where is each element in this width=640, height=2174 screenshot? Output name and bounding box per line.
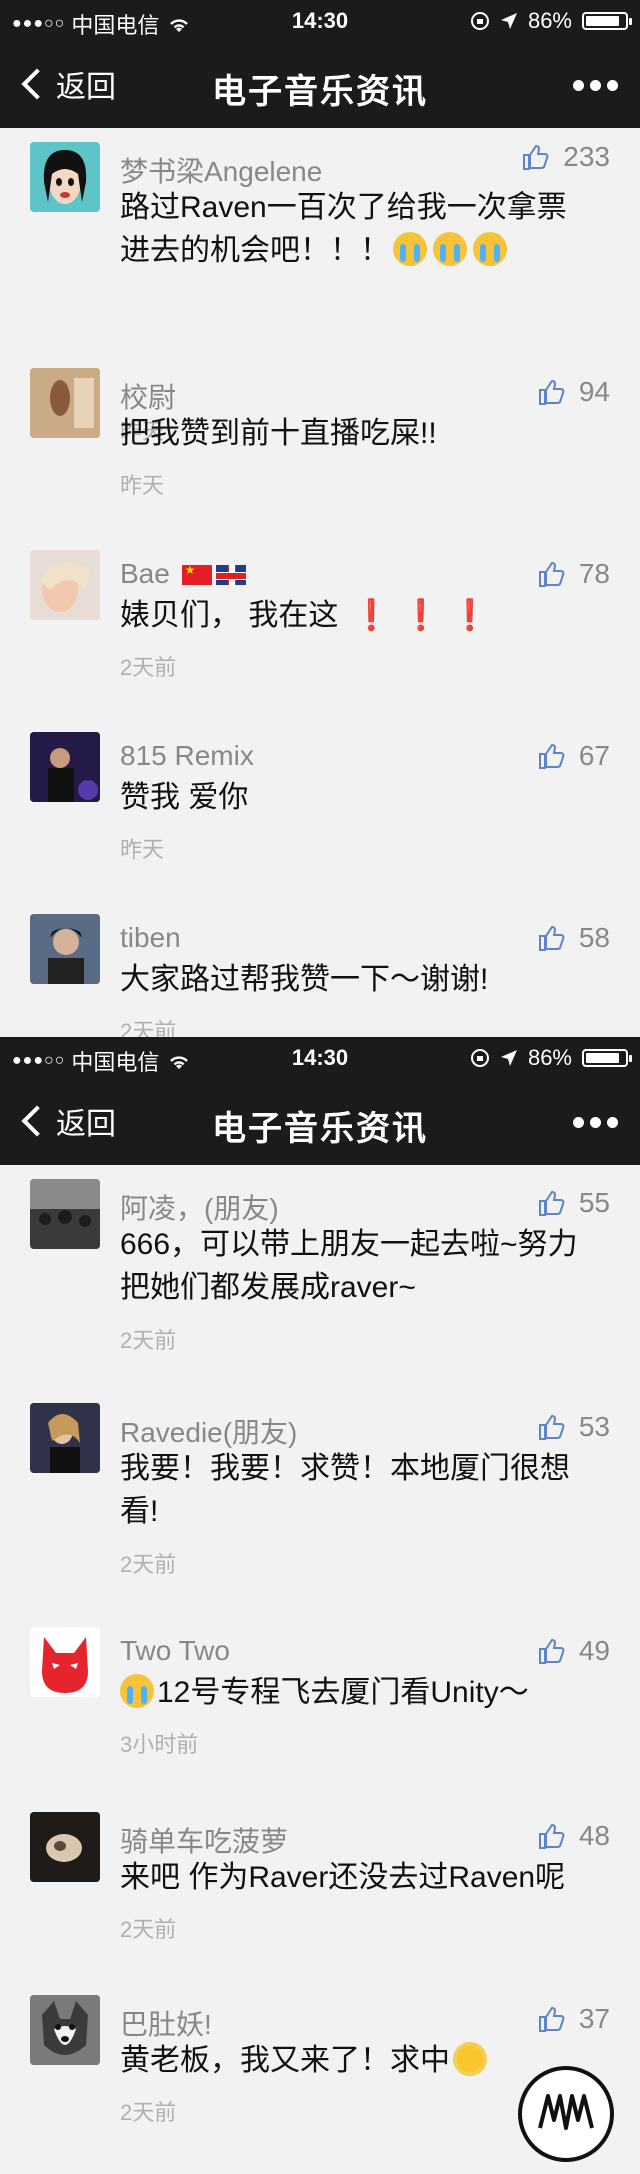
like-count: 94 [578,376,610,407]
comment-time: 2天前 [120,1019,177,1037]
comment-author: 骑单车吃菠萝 [120,1826,289,1857]
battery-percent: 86% [527,1045,572,1070]
avatar[interactable] [30,1179,100,1249]
uk-flag-icon [215,565,246,585]
comment-text: 路过Raven一百次了给我一次拿票进去的机会吧！！！ [120,191,567,267]
nav-bar: 返回 电子音乐资讯 [0,1079,640,1165]
watermark-logo-icon [518,2066,614,2162]
china-flag-icon [181,563,212,585]
like-count: 58 [578,922,610,953]
like-button[interactable]: 67 [537,740,610,772]
battery-icon [582,12,632,30]
like-count: 48 [578,1820,610,1851]
comment-text: 我要！我要！求赞！本地厦门很想看! [120,1452,570,1528]
avatar[interactable] [30,1627,100,1697]
location-arrow-icon [500,13,517,29]
like-button[interactable]: 55 [537,1187,610,1219]
comment-text: 来吧 作为Raver还没去过Raven呢 [120,1861,566,1894]
comment-author: Bae [120,558,246,590]
comment-time: 2天前 [120,1552,177,1577]
comment-time: 2天前 [120,1328,177,1353]
screen-2: ●●●○○ 中国电信 14:30 86% 返回 电子音乐资讯 阿凌，(朋友) 6… [0,1037,640,2174]
sun-face-icon [453,2042,487,2076]
comment-time: 2天前 [120,655,177,680]
comment-text: 黄老板，我又来了！求中 [120,2039,590,2082]
more-dots-icon[interactable] [573,1117,618,1128]
page-title: 电子音乐资讯 [212,73,428,111]
exclamation-icon: ❗ [402,599,440,632]
crying-face-icon [433,232,467,266]
comment-time: 昨天 [120,473,165,498]
battery-percent: 86% [527,8,572,33]
comment-text: 大家路过帮我赞一下～谢谢! [120,963,489,996]
thumb-up-icon [538,2006,565,2032]
thumb-up-icon [538,1190,565,1216]
like-button[interactable]: 48 [537,1820,610,1852]
crying-face-icon [473,232,507,266]
avatar[interactable] [30,1403,100,1473]
avatar[interactable] [30,732,100,802]
comment-text: 婊贝们， 我在这 ❗ ❗ ❗ [120,599,489,632]
thumb-up-icon [538,743,565,769]
like-count: 55 [578,1187,610,1218]
comment-text: 666，可以带上朋友一起去啦~努力把她们都发展成raver~ [120,1228,578,1304]
thumb-up-icon [538,1414,565,1440]
like-count: 78 [578,558,610,589]
comment-author: 巴肚妖! [120,2009,212,2040]
comment-time: 3小时前 [120,1732,199,1757]
comment-author: 阿凌，(朋友) [120,1193,279,1224]
like-button[interactable]: 94 [537,376,610,408]
status-bar: ●●●○○ 中国电信 14:30 86% [0,0,640,42]
nav-bar: 返回 电子音乐资讯 [0,42,640,128]
comment-author: 校尉 [120,382,177,413]
avatar[interactable] [30,142,100,212]
screen-1: ●●●○○ 中国电信 14:30 86% 返回 电子音乐资讯 梦书梁Angele… [0,0,640,1037]
crying-face-icon [393,232,427,266]
like-count: 233 [563,141,610,172]
like-button[interactable]: 37 [537,2003,610,2035]
page-title: 电子音乐资讯 [212,1110,428,1148]
avatar[interactable] [30,1812,100,1882]
comment-text: 赞我 爱你 [120,781,249,814]
status-bar: ●●●○○ 中国电信 14:30 86% [0,1037,640,1079]
comment-text: 12号专程飞去厦门看Unity～ [120,1671,590,1714]
exclamation-icon: ❗ [451,599,489,632]
like-button[interactable]: 49 [537,1635,610,1667]
comment-author: 梦书梁Angelene [120,156,323,187]
more-dots-icon[interactable] [573,80,618,91]
comment-text: 把我赞到前十直播吃屎!! [120,417,437,450]
exclamation-icon: ❗ [352,599,391,632]
comment-author: 815 Remix [120,740,254,771]
thumb-up-icon [523,144,549,170]
avatar[interactable] [30,368,100,438]
comment-author: Two Two [120,1635,230,1666]
comment-time: 2天前 [120,1917,177,1942]
like-button[interactable]: 233 [521,141,610,173]
avatar[interactable] [30,1995,100,2065]
thumb-up-icon [538,379,565,405]
thumb-up-icon [538,925,565,951]
like-count: 53 [578,1411,610,1442]
like-button[interactable]: 58 [537,922,610,954]
battery-icon [582,1049,632,1067]
comment-time: 2天前 [120,2100,177,2125]
like-button[interactable]: 53 [537,1411,610,1443]
crying-face-icon [120,1674,154,1708]
comment-time: 昨天 [120,837,165,862]
thumb-up-icon [538,561,565,587]
comment-author: Ravedie(朋友) [120,1417,298,1448]
thumb-up-icon [538,1638,565,1664]
like-count: 67 [578,740,610,771]
avatar[interactable] [30,914,100,984]
like-button[interactable]: 78 [537,558,610,590]
location-arrow-icon [500,1050,517,1066]
rotation-lock-icon [470,1049,489,1067]
like-count: 49 [578,1635,610,1666]
avatar[interactable] [30,550,100,620]
rotation-lock-icon [470,12,489,30]
thumb-up-icon [538,1823,565,1849]
like-count: 37 [578,2003,610,2034]
comment-author: tiben [120,922,181,953]
